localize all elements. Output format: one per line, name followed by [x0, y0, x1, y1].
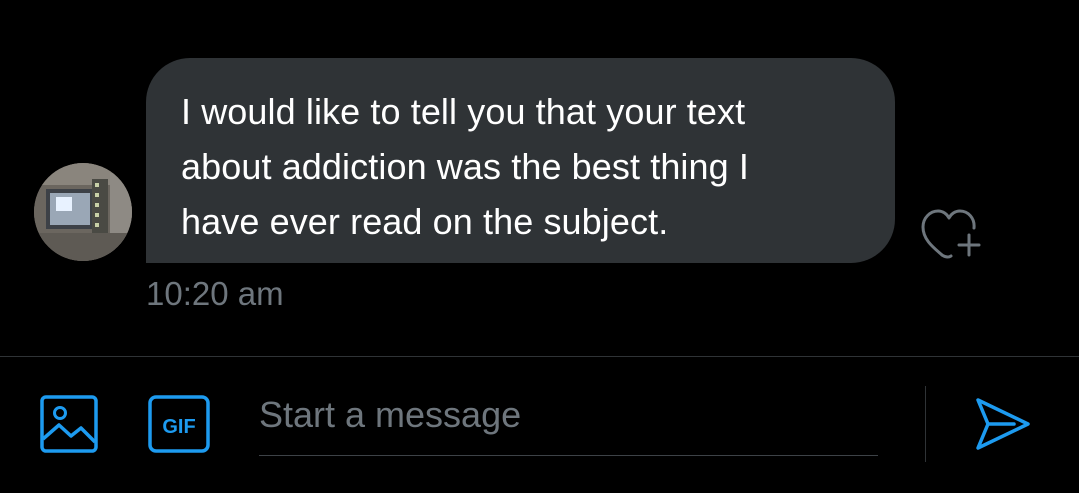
composer-divider [0, 356, 1079, 357]
dm-conversation-screen: I would like to tell you that your text … [0, 0, 1079, 493]
avatar-photo [34, 163, 132, 261]
gif-icon: GIF [148, 395, 210, 453]
message-input[interactable] [259, 386, 878, 456]
message-line: I would like to tell you that your text [181, 91, 746, 132]
send-icon [976, 398, 1030, 450]
send-separator [925, 386, 926, 462]
message-line: have ever read on the subject. [181, 201, 669, 242]
message-text: I would like to tell you that your text … [181, 84, 859, 249]
add-reaction-button[interactable] [918, 205, 988, 263]
add-gif-button[interactable]: GIF [148, 395, 210, 453]
send-button[interactable] [972, 396, 1032, 452]
add-media-button[interactable] [40, 395, 98, 453]
gif-label: GIF [162, 416, 195, 438]
message-line: about addiction was the best thing I [181, 146, 749, 187]
message-timestamp: 10:20 am [146, 275, 284, 312]
message-bubble[interactable]: I would like to tell you that your text … [146, 58, 895, 263]
heart-plus-icon [921, 209, 981, 259]
image-icon [40, 395, 98, 453]
avatar[interactable] [34, 163, 132, 261]
